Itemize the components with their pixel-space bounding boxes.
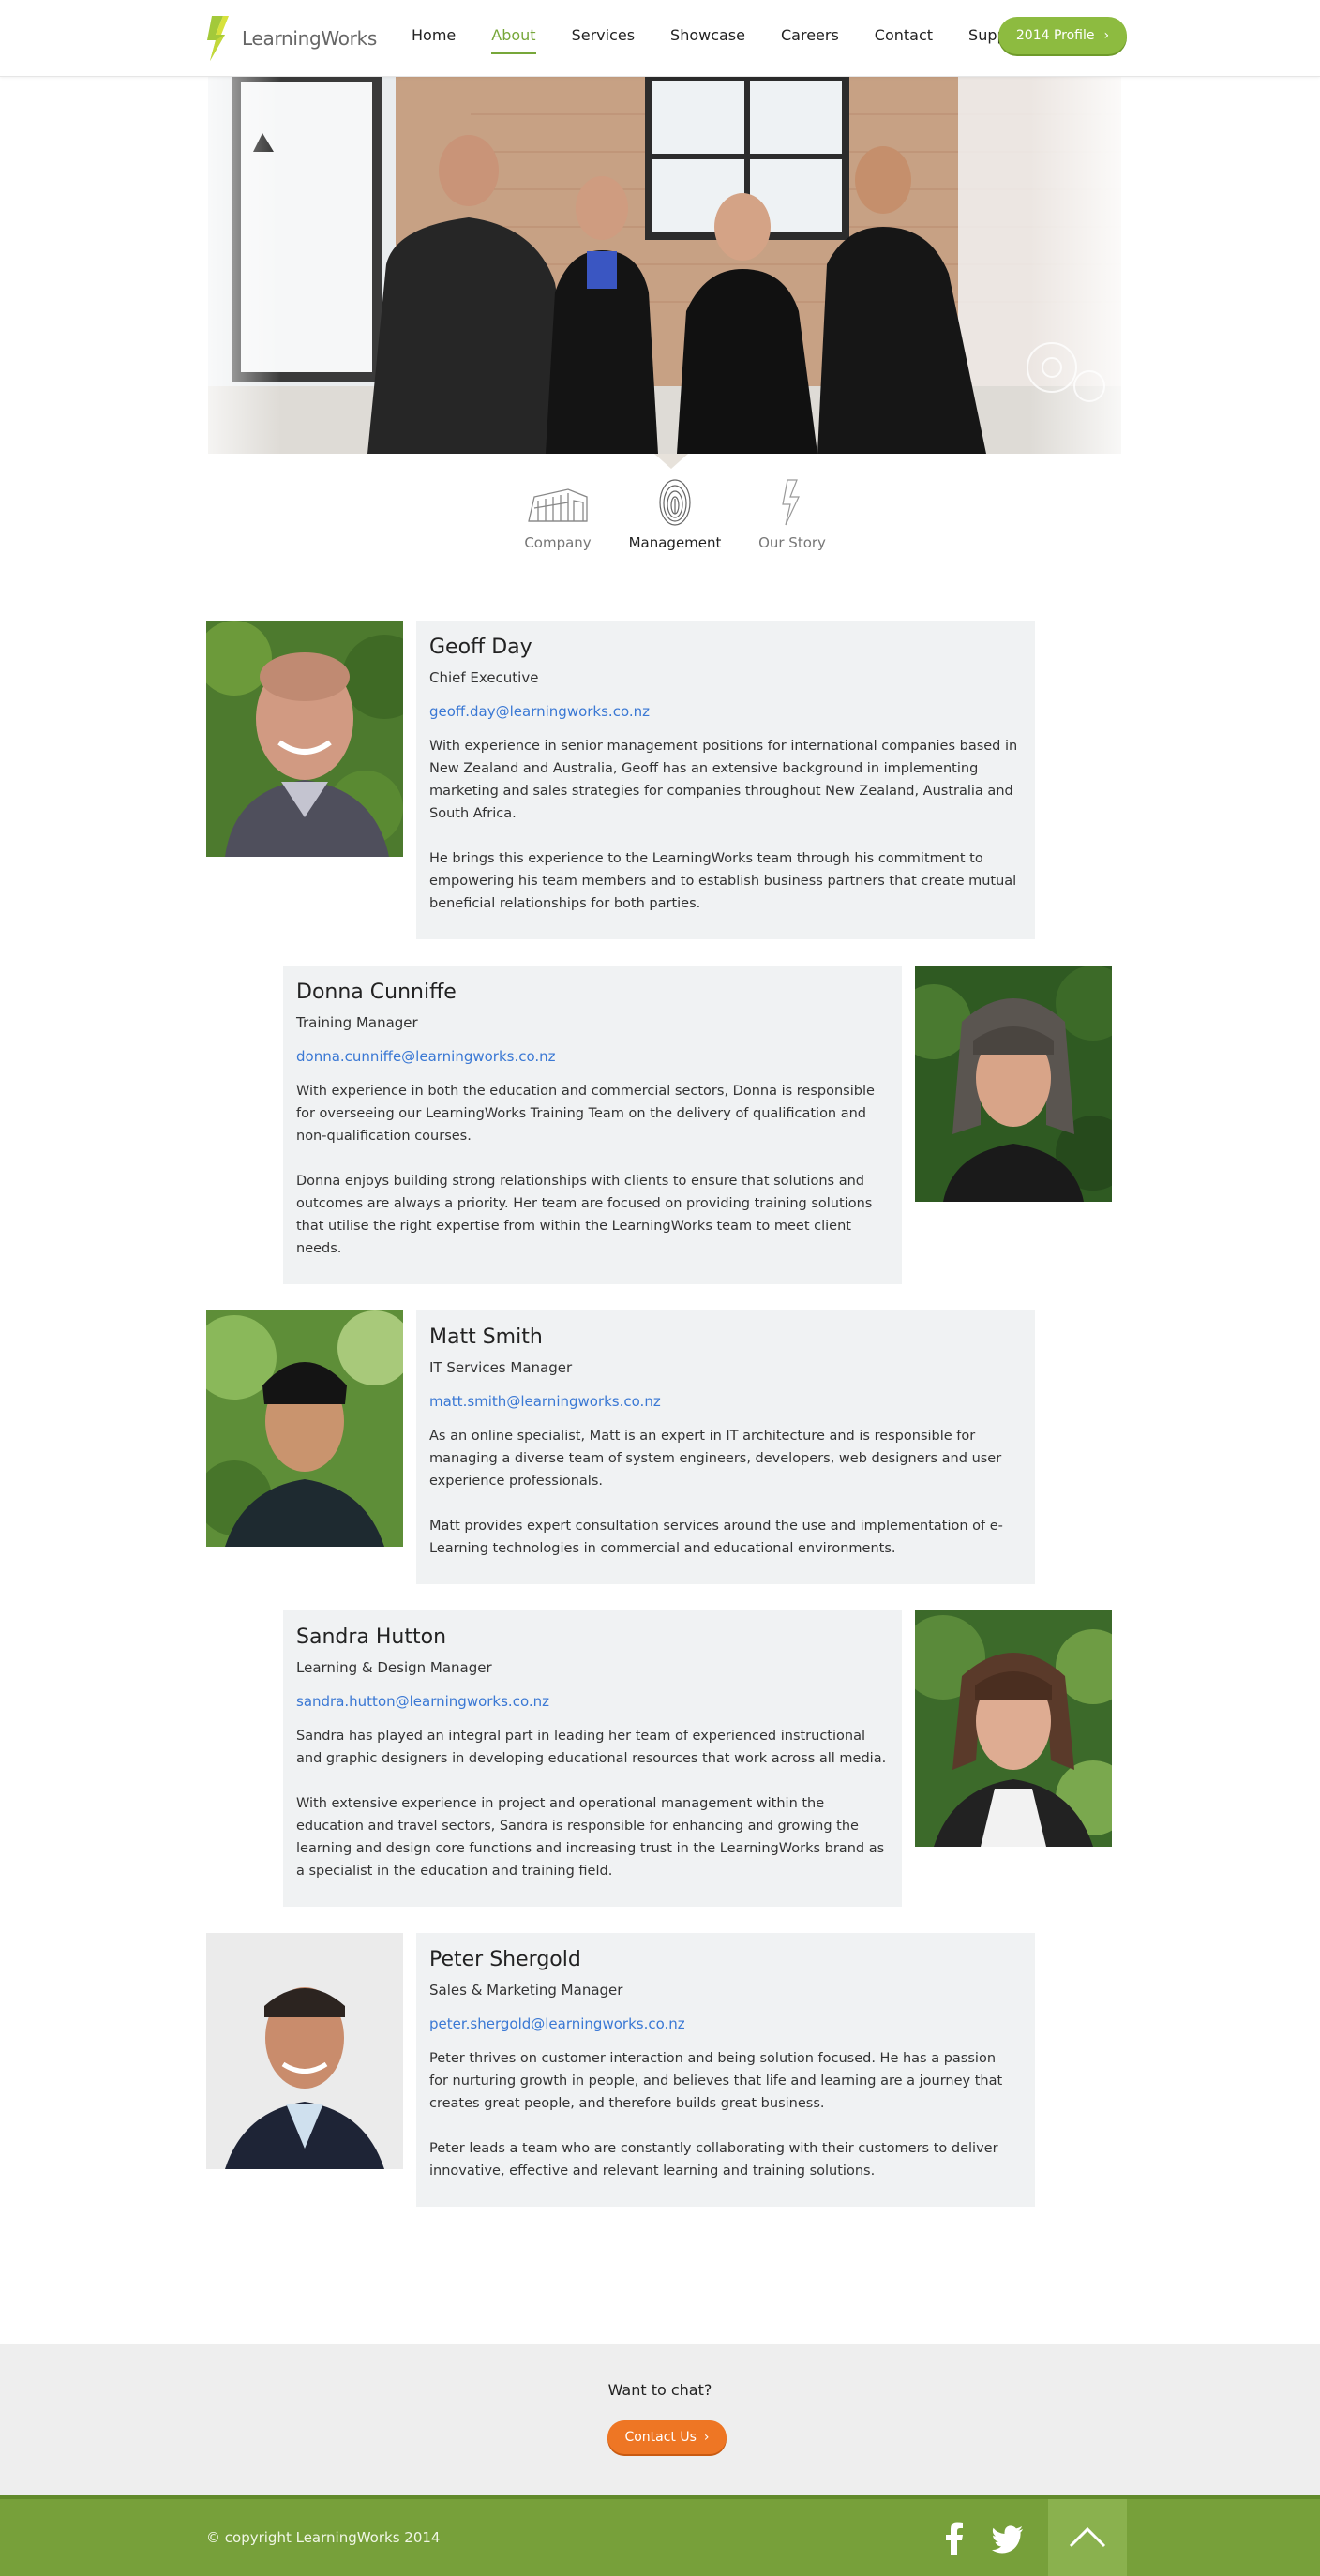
contact-us-button[interactable]: Contact Us › bbox=[608, 2420, 727, 2454]
page: LearningWorks Home About Services Showca… bbox=[0, 0, 1320, 2576]
hero-team-photo bbox=[208, 77, 1121, 454]
person-email-link[interactable]: geoff.day@learningworks.co.nz bbox=[429, 703, 650, 720]
nav-contact[interactable]: Contact bbox=[875, 0, 933, 77]
person-email-link[interactable]: peter.shergold@learningworks.co.nz bbox=[429, 2015, 685, 2032]
person-role: Chief Executive bbox=[429, 669, 539, 686]
portrait-image bbox=[206, 621, 403, 857]
person-name: Sandra Hutton bbox=[296, 1625, 447, 1649]
person-email-link[interactable]: matt.smith@learningworks.co.nz bbox=[429, 1393, 661, 1410]
nav-services[interactable]: Services bbox=[572, 0, 635, 77]
bio-paragraph-2: With extensive experience in project and… bbox=[296, 1796, 885, 1879]
cta-question: Want to chat? bbox=[608, 2381, 712, 2399]
nav-careers[interactable]: Careers bbox=[781, 0, 839, 77]
bio-paragraph-2: Peter leads a team who are constantly co… bbox=[429, 2141, 998, 2179]
facebook-icon[interactable] bbox=[943, 2522, 966, 2555]
bio-paragraph-1: With experience in senior management pos… bbox=[429, 739, 1018, 821]
contact-cta-section: Want to chat? Contact Us › bbox=[0, 2344, 1320, 2495]
tab-our-story-label: Our Story bbox=[758, 534, 826, 551]
bio-paragraph-2: He brings this experience to the Learnin… bbox=[429, 851, 1017, 911]
bio-paragraph-1: With experience in both the education an… bbox=[296, 1084, 875, 1144]
main-nav: Home About Services Showcase Careers Con… bbox=[394, 0, 1045, 77]
photo-peter-shergold bbox=[206, 1933, 403, 2169]
bio-paragraph-1: As an online specialist, Matt is an expe… bbox=[429, 1429, 1002, 1489]
bio-card-sandra-hutton: Sandra Hutton Learning & Design Manager … bbox=[283, 1610, 902, 1907]
about-subtabs: Company Management Our Story bbox=[506, 476, 844, 570]
copyright-text: © copyright LearningWorks 2014 bbox=[206, 2529, 441, 2546]
portrait-image bbox=[915, 1610, 1112, 1847]
photo-matt-smith bbox=[206, 1310, 403, 1547]
chevron-up-icon bbox=[1069, 2526, 1106, 2548]
bio-paragraph-1: Peter thrives on customer interaction an… bbox=[429, 2051, 1003, 2111]
logo-icon bbox=[207, 16, 229, 61]
building-icon bbox=[528, 488, 588, 522]
bio-card-peter-shergold: Peter Shergold Sales & Marketing Manager… bbox=[416, 1933, 1035, 2207]
profile-button-label: 2014 Profile bbox=[1015, 28, 1095, 43]
person-email-link[interactable]: donna.cunniffe@learningworks.co.nz bbox=[296, 1048, 556, 1065]
logo-outline-icon bbox=[782, 479, 800, 526]
portrait-image bbox=[915, 966, 1112, 1202]
bio-paragraph-2: Donna enjoys building strong relationshi… bbox=[296, 1174, 873, 1256]
hero-pointer bbox=[654, 454, 688, 469]
person-role: Sales & Marketing Manager bbox=[429, 1982, 623, 1999]
tab-company[interactable]: Company bbox=[506, 476, 609, 570]
person-role: Learning & Design Manager bbox=[296, 1659, 492, 1676]
bio-card-donna-cunniffe: Donna Cunniffe Training Manager donna.cu… bbox=[283, 966, 902, 1284]
profile-2014-button[interactable]: 2014 Profile › bbox=[998, 17, 1127, 54]
nav-about[interactable]: About bbox=[491, 0, 536, 77]
contact-button-label: Contact Us bbox=[624, 2430, 697, 2445]
chevron-right-icon: › bbox=[703, 2430, 710, 2445]
photo-sandra-hutton bbox=[915, 1610, 1112, 1847]
person-role: Training Manager bbox=[296, 1014, 418, 1031]
person-role: IT Services Manager bbox=[429, 1359, 573, 1376]
fingerprint-icon bbox=[659, 479, 691, 526]
logo-text: LearningWorks bbox=[242, 27, 377, 50]
bio-card-matt-smith: Matt Smith IT Services Manager matt.smit… bbox=[416, 1310, 1035, 1584]
person-name: Donna Cunniffe bbox=[296, 981, 457, 1004]
logo[interactable]: LearningWorks bbox=[204, 13, 377, 64]
site-footer: © copyright LearningWorks 2014 bbox=[0, 2495, 1320, 2576]
photo-donna-cunniffe bbox=[915, 966, 1112, 1202]
person-email-link[interactable]: sandra.hutton@learningworks.co.nz bbox=[296, 1693, 549, 1710]
portrait-image bbox=[206, 1310, 403, 1547]
tab-our-story[interactable]: Our Story bbox=[741, 476, 844, 570]
nav-home[interactable]: Home bbox=[412, 0, 456, 77]
person-name: Geoff Day bbox=[429, 636, 532, 659]
bio-paragraph-2: Matt provides expert consultation servic… bbox=[429, 1519, 1003, 1556]
bio-paragraph-1: Sandra has played an integral part in le… bbox=[296, 1729, 887, 1766]
bio-card-geoff-day: Geoff Day Chief Executive geoff.day@lear… bbox=[416, 621, 1035, 939]
twitter-icon[interactable] bbox=[992, 2525, 1024, 2554]
person-name: Matt Smith bbox=[429, 1325, 543, 1349]
photo-geoff-day bbox=[206, 621, 403, 857]
back-to-top-button[interactable] bbox=[1048, 2499, 1127, 2576]
person-name: Peter Shergold bbox=[429, 1948, 581, 1971]
site-header: LearningWorks Home About Services Showca… bbox=[0, 0, 1320, 77]
nav-showcase[interactable]: Showcase bbox=[670, 0, 745, 77]
chevron-right-icon: › bbox=[1103, 28, 1110, 43]
tab-management-label: Management bbox=[628, 534, 722, 551]
portrait-image bbox=[206, 1933, 403, 2169]
tab-management[interactable]: Management bbox=[623, 476, 727, 570]
tab-company-label: Company bbox=[524, 534, 592, 551]
